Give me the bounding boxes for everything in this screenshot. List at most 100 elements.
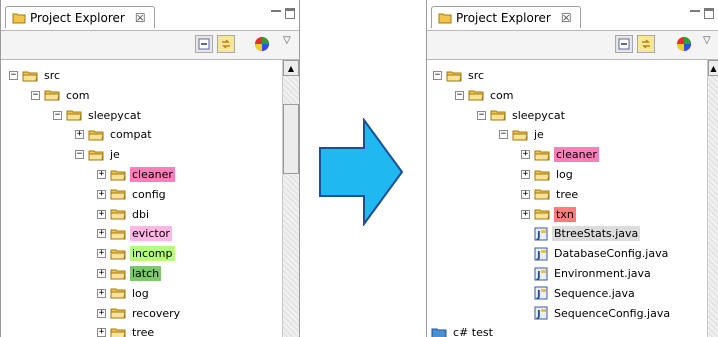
tree-item[interactable]: + tree [97, 323, 156, 337]
tree-item[interactable]: J Environment.java [521, 264, 653, 283]
collapse-toggle-icon[interactable]: − [455, 90, 464, 100]
tree-view: − src − com − sleepycat + compat − je + cleaner + con… [1, 60, 299, 337]
maximize-button[interactable] [704, 8, 714, 19]
tree-item-label: recovery [132, 306, 181, 320]
tree-item[interactable]: − com [31, 86, 92, 105]
maximize-button[interactable] [285, 8, 295, 19]
tree-item[interactable]: − src [9, 66, 62, 85]
collapse-all-button[interactable] [195, 35, 213, 53]
expand-toggle-icon[interactable]: + [75, 130, 84, 140]
tree-item-label: cleaner [554, 147, 599, 163]
tree-item[interactable]: − je [75, 145, 122, 164]
project-explorer-icon [12, 13, 26, 23]
tree-item[interactable]: J DatabaseConfig.java [521, 244, 670, 263]
tree-item[interactable]: J BtreeStats.java [521, 224, 641, 243]
project-label: c# test [453, 326, 493, 337]
tree-item-label: cleaner [130, 167, 175, 182]
java-file-icon: J [534, 247, 548, 261]
tree-item-label: log [132, 286, 149, 300]
expand-toggle-icon[interactable]: + [521, 150, 530, 160]
tree-item-label: Environment.java [554, 267, 651, 280]
tree-item[interactable]: + dbi [97, 205, 151, 224]
tree-item[interactable]: − sleepycat [477, 106, 567, 125]
expand-toggle-icon[interactable]: + [97, 170, 106, 179]
view-menu-chevron-icon[interactable]: ▽ [703, 35, 711, 46]
tree-view: − src − com − sleepycat − je + cleaner + log + tree + t… [427, 60, 718, 337]
collapse-all-button[interactable] [615, 35, 633, 53]
working-set-button[interactable] [253, 35, 271, 53]
tree-item[interactable]: − sleepycat [53, 106, 143, 125]
expand-toggle-icon[interactable]: + [97, 229, 106, 239]
tree-item[interactable]: + log [521, 165, 575, 184]
collapse-all-icon [198, 38, 210, 50]
tree-item[interactable]: + txn [521, 205, 576, 224]
project-explorer-tab[interactable]: Project Explorer ☒ [5, 6, 155, 28]
tree-item[interactable]: J SequenceConfig.java [521, 304, 672, 323]
expand-toggle-icon[interactable]: + [97, 209, 106, 219]
collapse-toggle-icon[interactable]: − [477, 110, 486, 120]
minimize-button[interactable] [690, 10, 700, 18]
tree-item[interactable]: + config [97, 185, 168, 204]
tree-item[interactable]: + recovery [97, 304, 182, 323]
minimize-button[interactable] [271, 10, 281, 18]
folder-icon [534, 169, 550, 181]
tree-item-label: tree [132, 326, 155, 337]
collapse-toggle-icon[interactable]: − [75, 150, 84, 160]
collapse-toggle-icon[interactable]: − [499, 130, 508, 140]
project-item[interactable]: c# test [431, 323, 495, 337]
link-with-editor-button[interactable] [217, 35, 235, 53]
expand-toggle-icon[interactable]: + [97, 308, 106, 318]
folder-icon [110, 307, 126, 319]
folder-icon [22, 70, 38, 82]
tree-item[interactable]: − com [455, 86, 516, 105]
tab-close-button[interactable]: ☒ [135, 11, 146, 25]
tree-item[interactable]: − src [433, 66, 486, 85]
project-folder-icon [431, 327, 447, 337]
vertical-scrollbar[interactable]: ▲ [282, 60, 299, 337]
expand-toggle-icon[interactable]: + [521, 170, 530, 179]
scroll-thumb[interactable] [283, 104, 299, 174]
view-toolbar: ▽ [1, 30, 299, 60]
tree-item[interactable]: J Sequence.java [521, 284, 637, 303]
tree-item[interactable]: + incomp [97, 244, 175, 263]
tree-item[interactable]: + compat [75, 125, 154, 144]
folder-icon [110, 327, 126, 337]
color-wheel-icon [677, 37, 691, 51]
scroll-up-icon[interactable]: ▲ [283, 60, 299, 76]
tree-item-label: je [110, 148, 120, 162]
svg-text:J: J [536, 289, 541, 300]
tab-close-button[interactable]: ☒ [561, 11, 572, 25]
view-menu-chevron-icon[interactable]: ▽ [283, 35, 291, 46]
tree-item[interactable]: + evictor [97, 224, 172, 243]
tree-item[interactable]: + log [97, 284, 151, 303]
scroll-up-icon[interactable]: ▲ [708, 60, 718, 76]
working-set-button[interactable] [675, 35, 693, 53]
expand-toggle-icon[interactable]: + [97, 328, 106, 337]
folder-icon [110, 287, 126, 299]
color-wheel-icon [255, 37, 269, 51]
expand-toggle-icon[interactable]: + [521, 189, 530, 199]
tree-item-label: compat [110, 128, 152, 142]
expand-toggle-icon[interactable]: + [97, 269, 106, 278]
expand-toggle-icon[interactable]: + [521, 209, 530, 219]
folder-icon [534, 188, 550, 200]
project-explorer-icon [438, 13, 452, 23]
expand-toggle-icon[interactable]: + [97, 249, 106, 259]
tree-item[interactable]: + cleaner [521, 145, 599, 164]
tree-item[interactable]: + latch [97, 264, 162, 283]
tree-item[interactable]: + tree [521, 185, 580, 204]
expand-toggle-icon[interactable]: + [97, 189, 106, 199]
project-explorer-tab[interactable]: Project Explorer ☒ [431, 6, 581, 28]
link-with-editor-button[interactable] [637, 35, 655, 53]
collapse-toggle-icon[interactable]: − [433, 71, 442, 80]
tree-item[interactable]: − je [499, 125, 546, 144]
folder-icon [110, 268, 126, 280]
tree-item-label: BtreeStats.java [552, 226, 641, 242]
java-file-icon: J [534, 306, 548, 320]
collapse-toggle-icon[interactable]: − [31, 90, 40, 100]
tree-item[interactable]: + cleaner [97, 165, 175, 184]
expand-toggle-icon[interactable]: + [97, 288, 106, 298]
vertical-scrollbar[interactable]: ▲ [707, 60, 718, 337]
collapse-toggle-icon[interactable]: − [9, 71, 18, 80]
collapse-toggle-icon[interactable]: − [53, 110, 62, 120]
